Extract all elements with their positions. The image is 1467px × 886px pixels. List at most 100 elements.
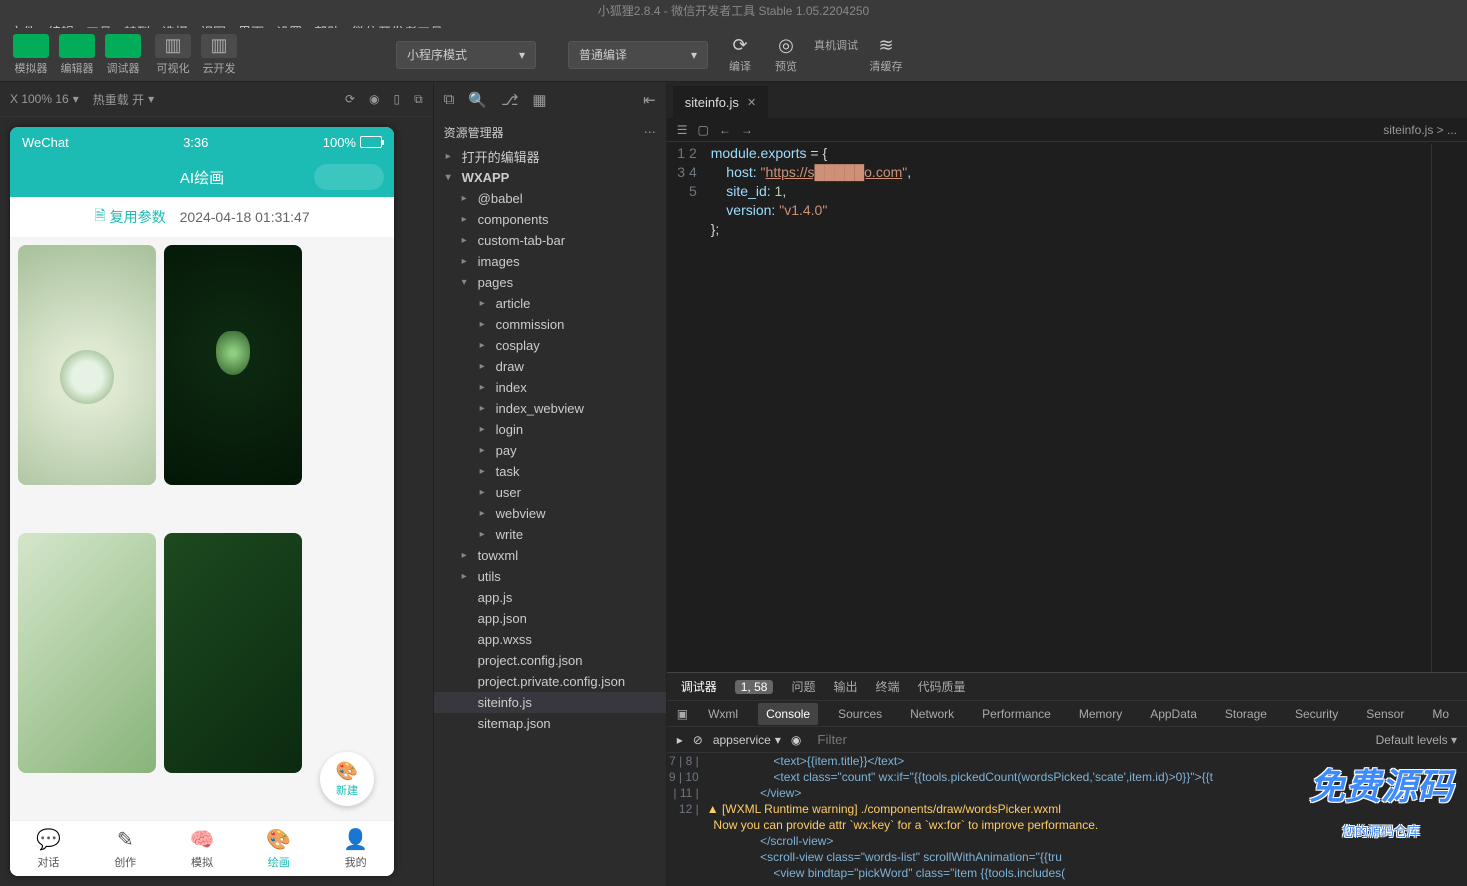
tree-item[interactable]: ▸custom-tab-bar <box>434 230 666 251</box>
tree-item[interactable]: ▸index <box>434 377 666 398</box>
console-filter[interactable] <box>811 730 1365 749</box>
open-editors-section[interactable]: ▸打开的编辑器 <box>434 146 666 167</box>
devtools-subtab[interactable]: Console <box>758 703 818 725</box>
tree-item[interactable]: ▸@babel <box>434 188 666 209</box>
devtools-tab[interactable]: 代码质量 <box>918 678 966 695</box>
devtools-subtab[interactable]: Sources <box>830 703 890 725</box>
gallery-item[interactable] <box>18 533 156 773</box>
compile-select[interactable]: 普通编译▾ <box>568 41 708 69</box>
forward-icon[interactable]: → <box>741 123 753 137</box>
devtools-subtab[interactable]: Storage <box>1217 703 1275 725</box>
devtools-subtab[interactable]: Wxml <box>700 703 746 725</box>
tree-item[interactable]: project.config.json <box>434 650 666 671</box>
project-root[interactable]: ▾WXAPP <box>434 167 666 188</box>
tree-item[interactable]: ▸write <box>434 524 666 545</box>
tab-item[interactable]: 🧠模拟 <box>164 821 241 876</box>
tree-item[interactable]: ▸cosplay <box>434 335 666 356</box>
console-play-icon[interactable]: ▸ <box>677 733 683 747</box>
context-select[interactable]: appservice ▾ <box>713 733 781 747</box>
tree-item[interactable]: ▾pages <box>434 272 666 293</box>
tree-item[interactable]: siteinfo.js <box>434 692 666 713</box>
tree-item[interactable]: ▸pay <box>434 440 666 461</box>
new-fab[interactable]: 🎨新建 <box>320 752 374 806</box>
toolbar-action[interactable]: ⟳编译 <box>722 35 758 74</box>
clipboard-icon: 🗎 <box>94 205 105 229</box>
tree-item[interactable]: ▸components <box>434 209 666 230</box>
capsule-button[interactable] <box>314 164 384 190</box>
mode-select[interactable]: 小程序模式▾ <box>396 41 536 69</box>
gallery-item[interactable] <box>18 245 156 485</box>
record-icon[interactable]: ◉ <box>369 92 379 106</box>
inspect-icon[interactable]: ▣ <box>677 707 688 721</box>
tree-item[interactable]: ▸utils <box>434 566 666 587</box>
palette-icon: 🎨 <box>336 761 358 782</box>
minimap[interactable] <box>1431 144 1467 672</box>
toolbar-action[interactable]: 真机调试 <box>814 35 858 74</box>
device-icon[interactable]: ▯ <box>393 92 400 106</box>
hot-reload-select[interactable]: 热重载 开 ▾ <box>93 91 154 108</box>
devtools-subtab[interactable]: Sensor <box>1358 703 1412 725</box>
devtools-subtab[interactable]: Mo <box>1424 703 1457 725</box>
tree-item[interactable]: app.json <box>434 608 666 629</box>
bookmark-icon[interactable]: ▢ <box>698 123 709 137</box>
tree-item[interactable]: ▸task <box>434 461 666 482</box>
branch-icon[interactable]: ⎇ <box>501 91 518 109</box>
toolbar-button[interactable]: ▥可视化 <box>152 34 194 76</box>
panel-toggle-icon[interactable]: ⇤ <box>643 91 656 109</box>
toolbar-button[interactable]: ▥云开发 <box>198 34 240 76</box>
watermark: 免费源码 您的源码仓库 <box>1309 758 1453 850</box>
devtools-tab[interactable]: 调试器 <box>681 678 717 695</box>
toolbar-button[interactable]: 模拟器 <box>10 34 52 76</box>
toolbar-button[interactable]: 编辑器 <box>56 34 98 76</box>
devtools-tab[interactable]: 问题 <box>791 678 815 695</box>
breadcrumb[interactable]: siteinfo.js > ... <box>1383 123 1457 137</box>
tree-item[interactable]: app.js <box>434 587 666 608</box>
close-icon[interactable]: ✕ <box>747 96 756 109</box>
more-icon[interactable]: ⋯ <box>644 125 656 139</box>
list-icon[interactable]: ☰ <box>677 123 688 137</box>
toolbar-button[interactable]: 调试器 <box>102 34 144 76</box>
carrier-label: WeChat <box>22 135 69 150</box>
tab-item[interactable]: ✎创作 <box>87 821 164 876</box>
refresh-icon[interactable]: ⟳ <box>345 92 355 106</box>
zoom-select[interactable]: X 100% 16 ▾ <box>10 92 79 106</box>
tree-item[interactable]: sitemap.json <box>434 713 666 734</box>
devtools-tab[interactable]: 终端 <box>875 678 899 695</box>
tree-item[interactable]: ▸index_webview <box>434 398 666 419</box>
devtools-subtab[interactable]: Network <box>902 703 962 725</box>
tree-item[interactable]: project.private.config.json <box>434 671 666 692</box>
search-icon[interactable]: 🔍 <box>468 91 487 109</box>
tree-item[interactable]: ▸webview <box>434 503 666 524</box>
tree-item[interactable]: ▸towxml <box>434 545 666 566</box>
tab-item[interactable]: 🎨绘画 <box>240 821 317 876</box>
console-clear-icon[interactable]: ⊘ <box>693 733 703 747</box>
gallery-item[interactable] <box>164 245 302 485</box>
tree-item[interactable]: ▸draw <box>434 356 666 377</box>
toolbar-action[interactable]: ≋清缓存 <box>868 35 904 74</box>
gallery-item[interactable] <box>164 533 302 773</box>
tree-item[interactable]: app.wxss <box>434 629 666 650</box>
editor-tabbar: siteinfo.js✕ <box>667 82 1467 118</box>
tree-item[interactable]: ▸login <box>434 419 666 440</box>
tab-item[interactable]: 👤我的 <box>317 821 394 876</box>
tree-item[interactable]: ▸images <box>434 251 666 272</box>
devtools-subtab[interactable]: Security <box>1287 703 1346 725</box>
code-editor[interactable]: 1 2 3 4 5 module.exports = { host: "http… <box>667 142 1467 672</box>
reuse-params-link[interactable]: 🗎复用参数 <box>94 205 165 229</box>
files-icon[interactable]: ⧉ <box>444 91 455 109</box>
tree-item[interactable]: ▸commission <box>434 314 666 335</box>
levels-select[interactable]: Default levels ▾ <box>1376 733 1457 747</box>
tree-item[interactable]: ▸user <box>434 482 666 503</box>
toolbar-action[interactable]: ◎预览 <box>768 35 804 74</box>
editor-tab[interactable]: siteinfo.js✕ <box>673 86 768 118</box>
devtools-subtab[interactable]: Memory <box>1071 703 1130 725</box>
devtools-subtab[interactable]: Performance <box>974 703 1059 725</box>
devtools-tab[interactable]: 输出 <box>833 678 857 695</box>
eye-icon[interactable]: ◉ <box>791 733 801 747</box>
ext-icon[interactable]: ▦ <box>532 91 546 109</box>
devtools-subtab[interactable]: AppData <box>1142 703 1205 725</box>
tab-item[interactable]: 💬对话 <box>10 821 87 876</box>
back-icon[interactable]: ← <box>719 123 731 137</box>
popout-icon[interactable]: ⧉ <box>414 92 423 107</box>
tree-item[interactable]: ▸article <box>434 293 666 314</box>
